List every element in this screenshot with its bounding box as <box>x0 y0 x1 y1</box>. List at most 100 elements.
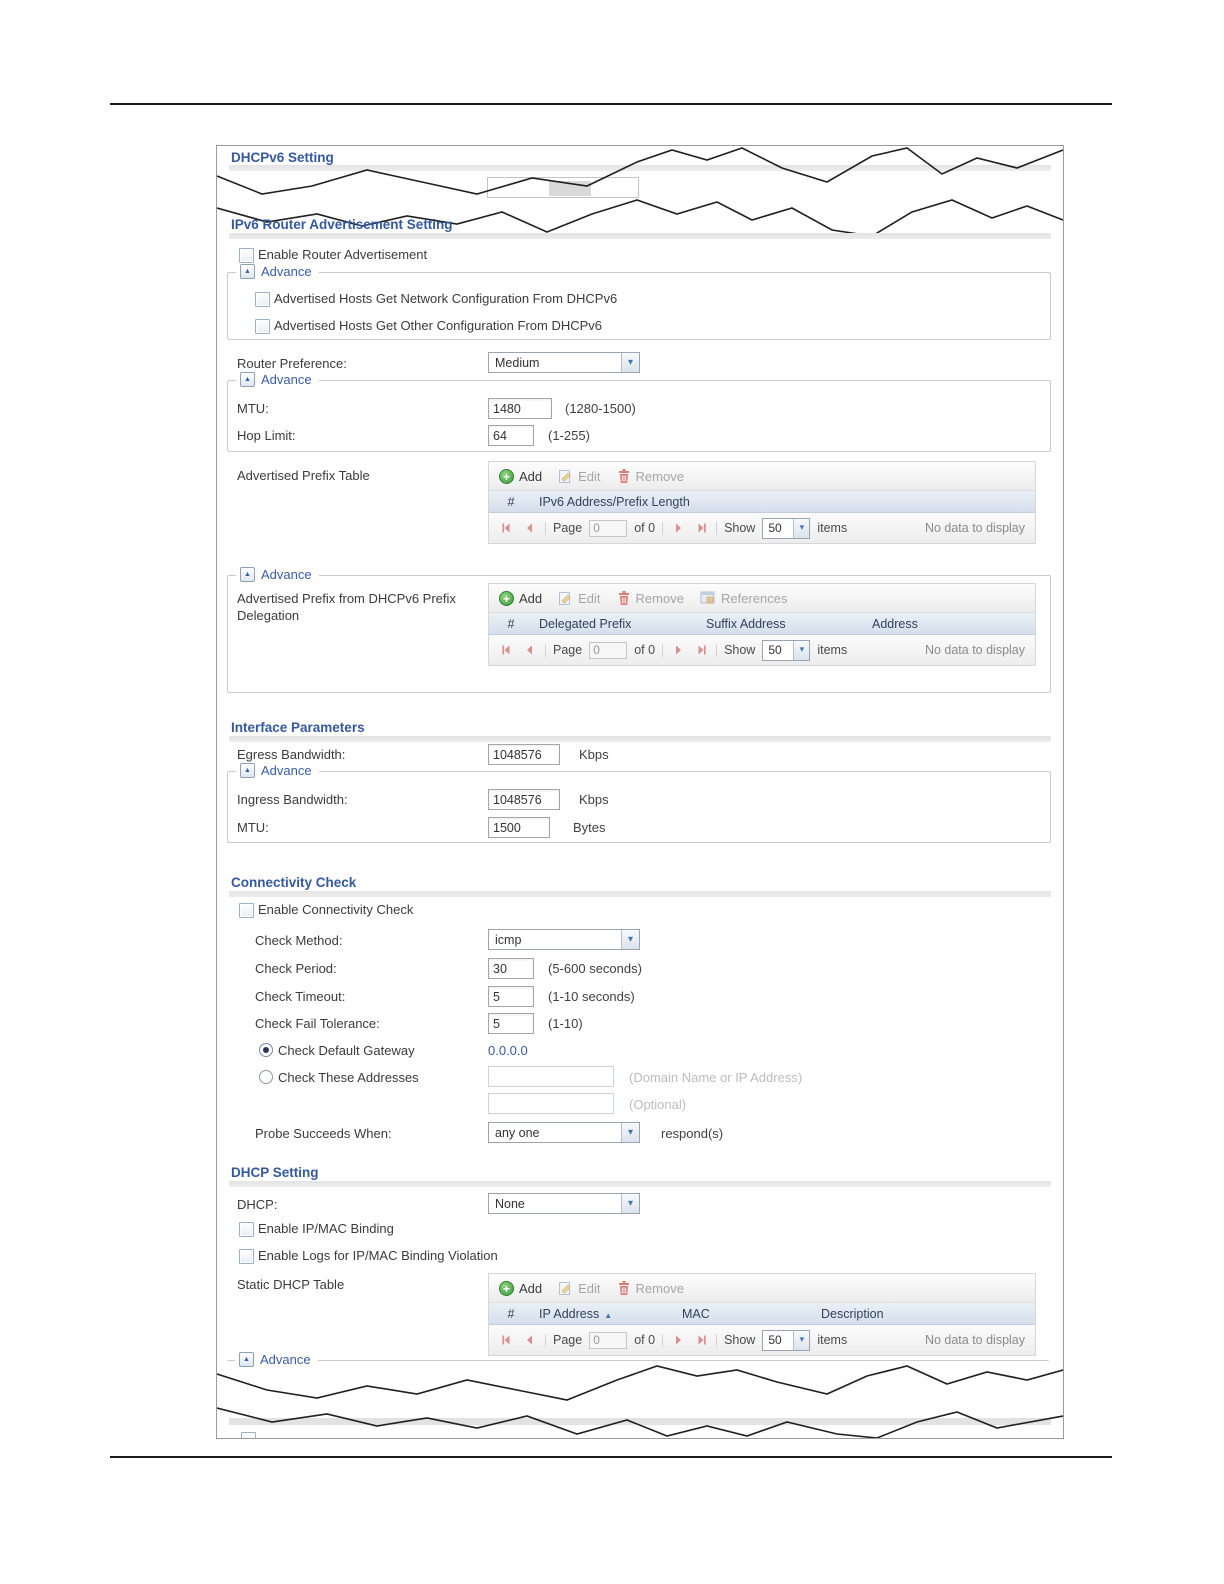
chevron-down-icon[interactable]: ▾ <box>621 1123 639 1142</box>
trash-icon <box>618 591 629 605</box>
sort-asc-icon: ▲ <box>604 1310 613 1320</box>
section-heading-interface: Interface Parameters <box>231 720 365 735</box>
page-number-input[interactable] <box>589 1331 628 1349</box>
page-number-input[interactable] <box>589 641 628 659</box>
hosts-get-other-config-checkbox[interactable] <box>255 319 270 334</box>
chevron-down-icon[interactable]: ▾ <box>621 1194 639 1213</box>
edit-icon <box>559 591 571 605</box>
add-button[interactable]: + Add <box>499 590 542 606</box>
last-page-button[interactable] <box>693 642 709 658</box>
interface-mtu-input[interactable] <box>488 817 550 838</box>
enable-ip-mac-binding-label: Enable IP/MAC Binding <box>258 1221 394 1236</box>
add-icon: + <box>499 468 514 484</box>
show-items-select[interactable]: 50 ▾ <box>762 639 811 661</box>
next-page-button[interactable] <box>670 642 686 658</box>
show-items-select[interactable]: 50 ▾ <box>762 517 811 539</box>
section-underline <box>229 736 1051 742</box>
enable-ip-mac-binding-checkbox[interactable] <box>239 1222 254 1237</box>
edit-button[interactable]: Edit <box>558 1281 601 1296</box>
section-underline <box>229 1181 1051 1187</box>
dhcp-mode-select[interactable]: None ▾ <box>488 1193 640 1214</box>
section-heading-dhcp: DHCP Setting <box>231 1165 319 1180</box>
empty-table-message: No data to display <box>924 1333 1025 1347</box>
remove-button[interactable]: Remove <box>617 590 684 606</box>
remove-button[interactable]: Remove <box>617 468 684 484</box>
section-underline <box>229 165 1051 171</box>
enable-connectivity-check-checkbox[interactable] <box>239 903 254 918</box>
hosts-get-network-config-label: Advertised Hosts Get Network Configurati… <box>274 291 618 306</box>
show-label: Show <box>724 1333 756 1347</box>
ingress-bandwidth-input[interactable] <box>488 789 560 810</box>
add-icon: + <box>499 1280 514 1296</box>
add-button[interactable]: + Add <box>499 468 542 484</box>
check-default-gateway-radio[interactable] <box>259 1043 273 1057</box>
probe-succeeds-suffix: respond(s) <box>661 1126 724 1141</box>
references-button[interactable]: References <box>700 591 787 606</box>
table-header-row: # IPv6 Address/Prefix Length <box>489 491 1035 513</box>
last-page-button[interactable] <box>693 1332 709 1348</box>
static-dhcp-table: + Add Edit Remove # IP Address ▲ MAC Descr… <box>488 1273 1036 1356</box>
edit-button[interactable]: Edit <box>558 591 601 606</box>
next-page-button[interactable] <box>670 1332 686 1348</box>
check-fail-tolerance-label: Check Fail Tolerance: <box>255 1016 380 1031</box>
prev-page-button[interactable] <box>522 1332 538 1348</box>
enable-binding-logs-checkbox[interactable] <box>239 1249 254 1264</box>
check-fail-tolerance-input[interactable] <box>488 1013 534 1034</box>
ra-mtu-input[interactable] <box>488 398 552 419</box>
enable-router-advertisement-checkbox[interactable] <box>239 248 254 263</box>
hosts-get-network-config-checkbox[interactable] <box>255 292 270 307</box>
edit-button[interactable]: Edit <box>558 469 601 484</box>
torn-partial-bar <box>229 1418 1051 1425</box>
chevron-down-icon[interactable]: ▾ <box>621 353 639 372</box>
router-preference-select[interactable]: Medium ▾ <box>488 352 640 373</box>
last-page-button[interactable] <box>693 520 709 536</box>
check-timeout-label: Check Timeout: <box>255 989 346 1004</box>
show-items-select[interactable]: 50 ▾ <box>762 1329 811 1351</box>
advance-group-dhcp: ▲ Advance <box>227 1352 1049 1385</box>
check-method-select[interactable]: icmp ▾ <box>488 929 640 950</box>
chevron-down-icon: ▾ <box>793 1330 810 1350</box>
chevron-down-icon[interactable]: ▾ <box>621 930 639 949</box>
add-button[interactable]: + Add <box>499 1280 542 1296</box>
probe-succeeds-select[interactable]: any one ▾ <box>488 1122 640 1143</box>
check-address-input-1[interactable] <box>488 1066 614 1087</box>
chevron-down-icon: ▾ <box>793 640 810 660</box>
check-these-addresses-radio[interactable] <box>259 1070 273 1084</box>
check-address-hint-1: (Domain Name or IP Address) <box>629 1070 803 1085</box>
check-period-input[interactable] <box>488 958 534 979</box>
next-page-button[interactable] <box>670 520 686 536</box>
first-page-button[interactable] <box>499 642 515 658</box>
table-toolbar: + Add Edit Remove <box>489 462 1035 491</box>
check-period-hint: (5-600 seconds) <box>548 961 642 976</box>
advance-collapse-icon[interactable]: ▲ <box>240 763 255 778</box>
advance-collapse-icon[interactable]: ▲ <box>240 372 255 387</box>
first-page-button[interactable] <box>499 520 515 536</box>
pagination-bar: Page of 0 Show 50▾ items No data to disp… <box>489 1325 1035 1355</box>
default-gateway-value: 0.0.0.0 <box>488 1043 528 1058</box>
prev-page-button[interactable] <box>522 642 538 658</box>
advance-label: Advance <box>261 372 312 387</box>
egress-bandwidth-label: Egress Bandwidth: <box>237 747 346 762</box>
advance-group-ra-mtu: ▲ Advance <box>227 372 1051 452</box>
check-address-input-2[interactable] <box>488 1093 614 1114</box>
remove-button[interactable]: Remove <box>617 1280 684 1296</box>
sort-column-ip-address[interactable]: IP Address ▲ <box>533 1307 676 1321</box>
advance-collapse-icon[interactable]: ▲ <box>240 567 255 582</box>
trash-icon <box>618 469 629 483</box>
empty-table-message: No data to display <box>924 521 1025 535</box>
prev-page-button[interactable] <box>522 520 538 536</box>
page-number-input[interactable] <box>589 519 628 537</box>
check-these-addresses-label: Check These Addresses <box>278 1070 419 1085</box>
enable-router-advertisement-label: Enable Router Advertisement <box>258 247 428 262</box>
check-timeout-input[interactable] <box>488 986 534 1007</box>
advance-collapse-icon[interactable]: ▲ <box>239 1352 254 1367</box>
pagination-bar: Page of 0 Show 50▾ items No data to disp… <box>489 635 1035 665</box>
static-dhcp-table-label: Static DHCP Table <box>237 1277 345 1292</box>
egress-bandwidth-input[interactable] <box>488 744 560 765</box>
table-toolbar: + Add Edit Remove <box>489 1274 1035 1303</box>
advance-collapse-icon[interactable]: ▲ <box>240 264 255 279</box>
table-header-row: # Delegated Prefix Suffix Address Addres… <box>489 613 1035 635</box>
hop-limit-input[interactable] <box>488 425 534 446</box>
first-page-button[interactable] <box>499 1332 515 1348</box>
edit-icon <box>559 469 571 483</box>
